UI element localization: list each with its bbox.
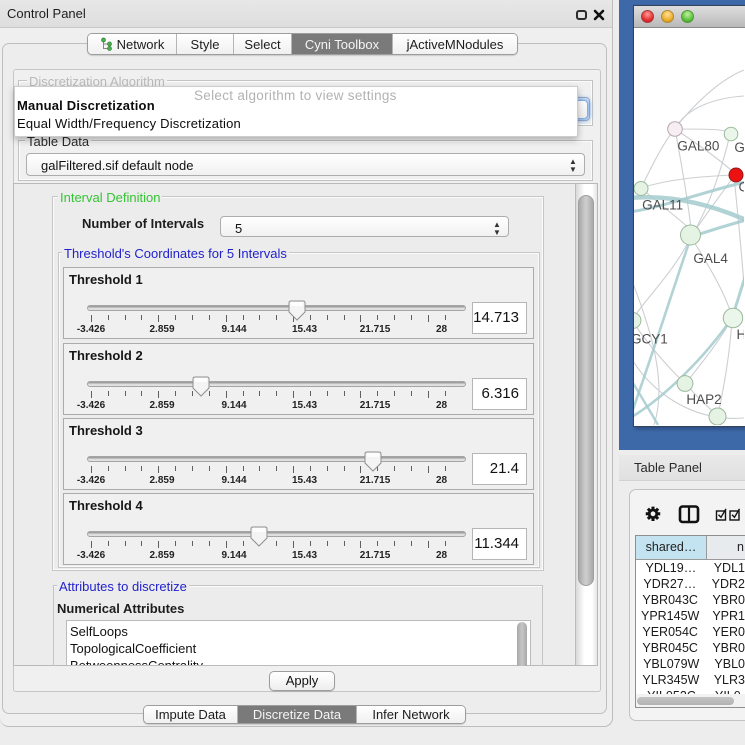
svg-text:GAL11: GAL11 <box>642 198 683 213</box>
svg-text:GAL80: GAL80 <box>677 139 719 154</box>
svg-text:C: C <box>739 180 745 195</box>
svg-text:GAL4: GAL4 <box>693 251 728 266</box>
svg-text:GCY1: GCY1 <box>634 332 668 347</box>
svg-text:GA: GA <box>734 140 744 155</box>
svg-text:HAP2: HAP2 <box>686 392 721 407</box>
svg-text:H: H <box>737 327 745 342</box>
